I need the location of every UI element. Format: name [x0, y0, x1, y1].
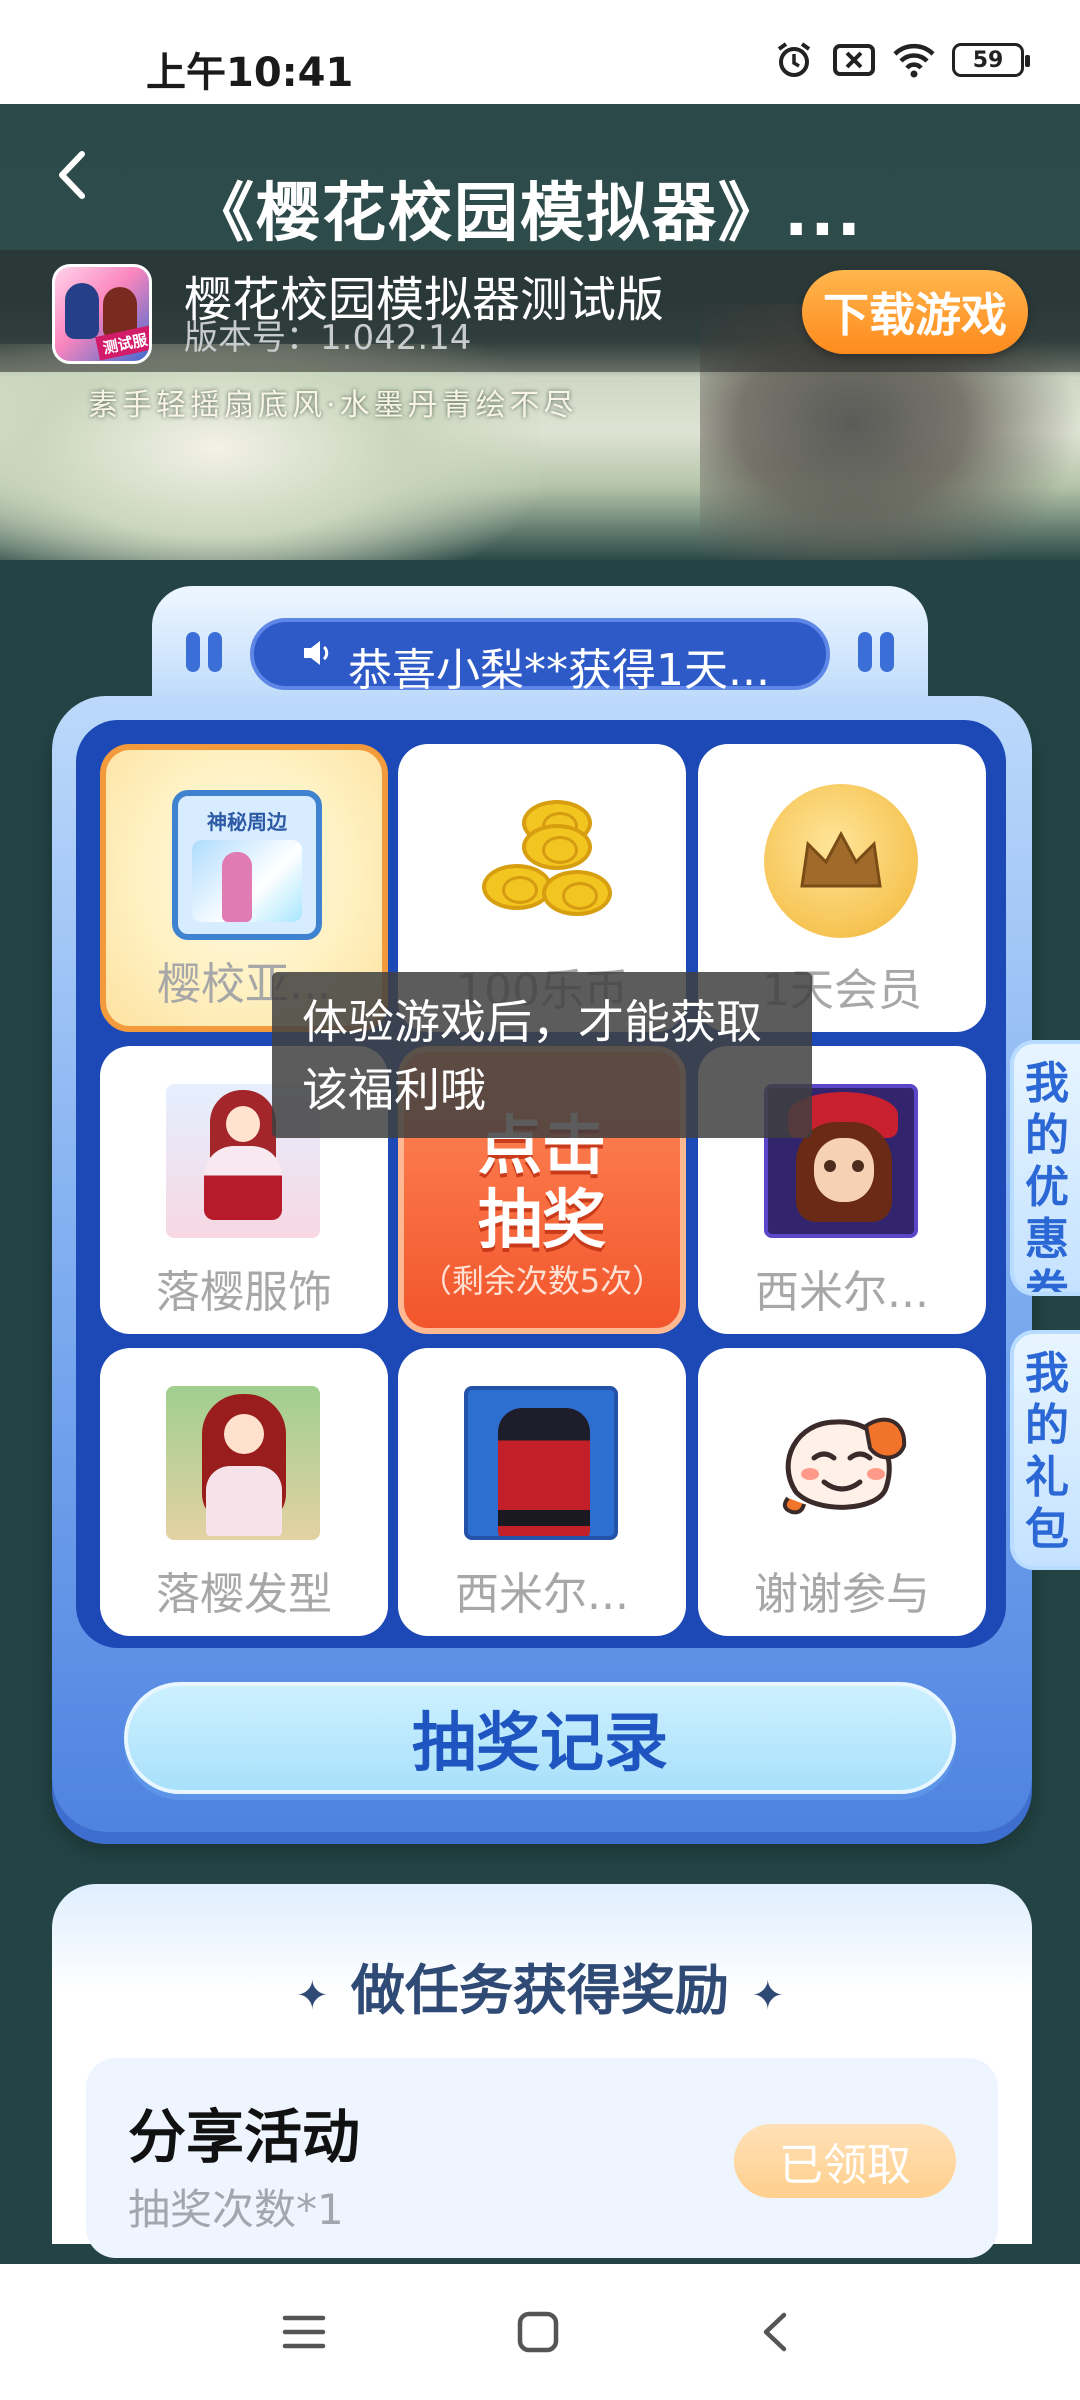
task-heading: ✦ 做任务获得奖励 ✦ [0, 1946, 1080, 2025]
prize-cell-hairstyle[interactable]: 落樱发型 [100, 1348, 388, 1636]
battery-icon: 59 [952, 43, 1030, 77]
banner-tagline: 素手轻摇扇底风·水墨丹青绘不尽 [88, 388, 578, 423]
decor-dot [208, 632, 222, 672]
task-claimed-button[interactable]: 已领取 [734, 2124, 956, 2198]
my-coupons-tab[interactable]: 我的优惠券 [1010, 1040, 1080, 1296]
speaker-icon [300, 636, 334, 670]
page-title: 《樱花校园模拟器》... [190, 177, 863, 251]
decor-dot [858, 632, 872, 672]
game-version: 版本号：1.042.14 [184, 318, 472, 358]
status-time: 上午10:41 [146, 50, 354, 96]
home-icon[interactable] [508, 2302, 568, 2362]
task-reward: 抽奖次数*1 [128, 2185, 344, 2234]
sparkle-icon: ✦ [751, 1973, 785, 2019]
status-bar: 上午10:41 59 [0, 0, 1080, 104]
marquee-text: 恭喜小梨**获得1天... [348, 645, 770, 696]
menu-icon[interactable] [274, 2302, 334, 2362]
back-nav-icon[interactable] [746, 2302, 806, 2362]
draw-remaining: （剩余次数5次） [419, 1262, 665, 1300]
crown-icon [764, 784, 918, 938]
prize-label: 落樱服饰 [156, 1267, 332, 1318]
sparkle-icon: ✦ [295, 1973, 329, 2019]
prize-label: 西米尔... [755, 1267, 929, 1318]
prize-label: 西米尔... [455, 1569, 629, 1620]
game-icon: 测试服 [52, 264, 152, 364]
thanks-face-icon [782, 1417, 907, 1515]
alarm-icon [772, 38, 816, 82]
wifi-icon [892, 38, 936, 82]
decor-dot [880, 632, 894, 672]
draw-button-line2: 抽奖 [478, 1184, 606, 1258]
toast-message: 体验游戏后，才能获取该福利哦 [272, 972, 812, 1138]
status-icons: 59 [772, 38, 1030, 82]
task-heading-text: 做任务获得奖励 [351, 1959, 729, 2022]
prize-cell-thanks[interactable]: 谢谢参与 [698, 1348, 986, 1636]
system-nav-bar [0, 2264, 1080, 2400]
download-game-button[interactable]: 下载游戏 [802, 270, 1028, 354]
merch-card-tag: 神秘周边 [207, 810, 287, 834]
mystery-merch-icon: 神秘周边 [172, 790, 322, 940]
coins-icon [482, 794, 612, 924]
header-banner: 素手轻摇扇底风·水墨丹青绘不尽 《樱花校园模拟器》... 测试服 樱花校园模拟器… [0, 104, 1080, 560]
back-icon[interactable] [40, 140, 110, 210]
sim-off-icon [832, 38, 876, 82]
prize-cell-dress[interactable]: 西米尔... [398, 1348, 686, 1636]
prize-label: 谢谢参与 [754, 1569, 930, 1620]
banner-artwork-left [0, 344, 540, 560]
dress-icon [464, 1386, 618, 1540]
decor-dot [186, 632, 200, 672]
task-title: 分享活动 [128, 2103, 361, 2171]
my-gifts-tab[interactable]: 我的礼包 [1010, 1330, 1080, 1570]
hairstyle-icon [166, 1386, 320, 1540]
lottery-records-button[interactable]: 抽奖记录 [124, 1682, 956, 1794]
prize-label: 落樱发型 [156, 1569, 332, 1620]
